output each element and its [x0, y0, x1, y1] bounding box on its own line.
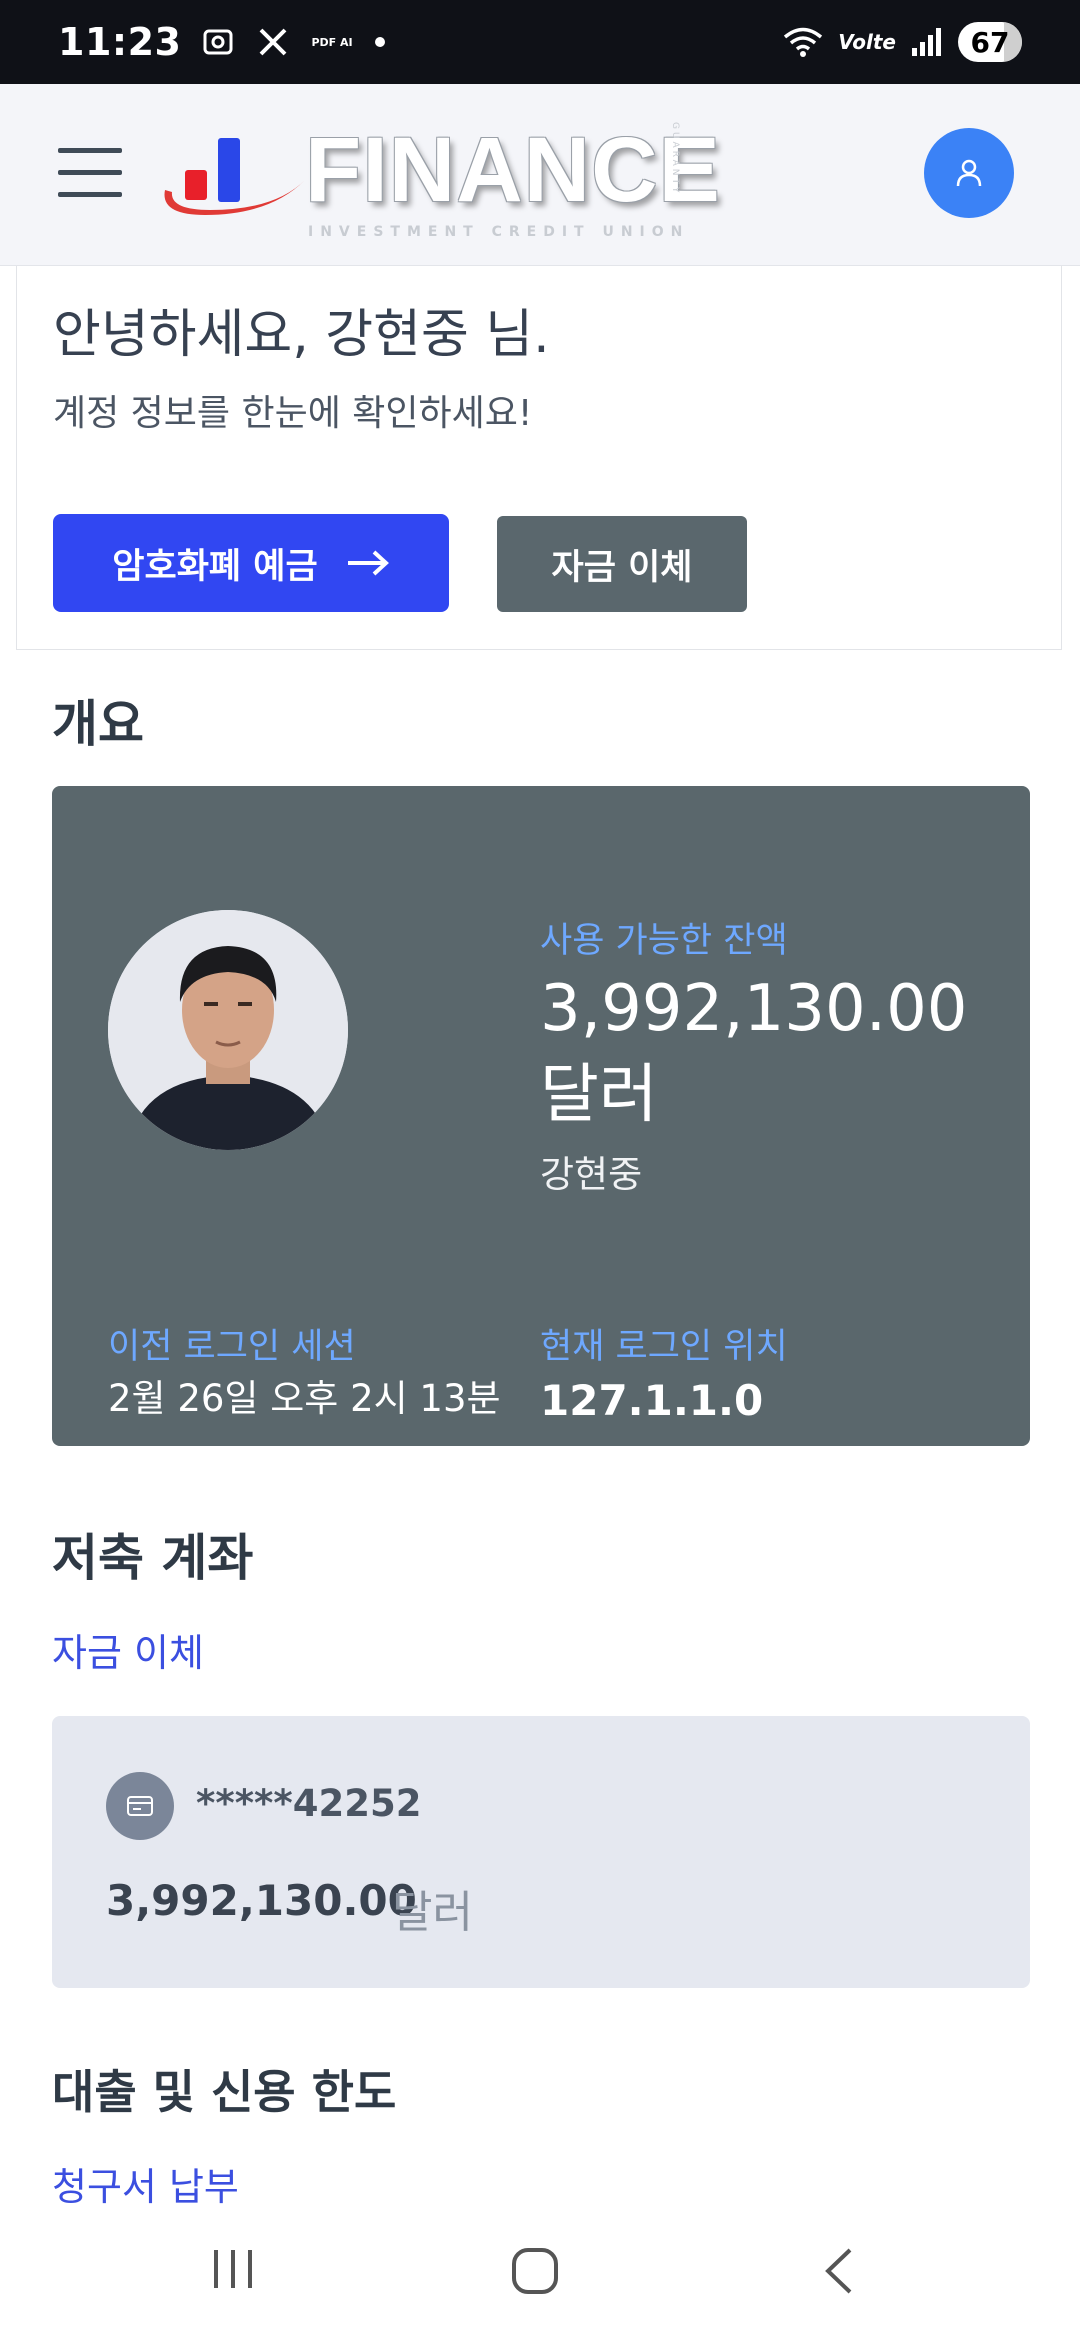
- user-icon: [956, 159, 982, 187]
- account-number: *****42252: [196, 1782, 422, 1825]
- savings-account-card[interactable]: *****42252 3,992,130.00 달러: [52, 1716, 1030, 1988]
- welcome-subtitle: 계정 정보를 한눈에 확인하세요!: [53, 393, 533, 434]
- overview-card: 사용 가능한 잔액 3,992,130.00달러 강현중 이전 로그인 세션 2…: [52, 786, 1030, 1446]
- account-amount: 3,992,130.00: [106, 1876, 417, 1925]
- menu-icon[interactable]: [58, 148, 122, 198]
- recent-apps-icon[interactable]: [210, 2246, 256, 2296]
- pdf-ai-icon: PDF AI: [311, 35, 353, 49]
- finance-logo[interactable]: FINANCE INVESTMENT CREDIT UNION GUARANTY: [160, 120, 720, 240]
- status-bar: 11:23 PDF AI Volte 67: [0, 0, 1080, 84]
- overview-title: 개요: [52, 695, 144, 753]
- wifi-icon: [782, 26, 824, 58]
- profile-button[interactable]: [924, 128, 1014, 218]
- greeting-text: 안녕하세요, 강현중 님.: [53, 305, 550, 365]
- app-header: FINANCE INVESTMENT CREDIT UNION GUARANTY: [0, 84, 1080, 266]
- fund-transfer-label: 자금 이체: [551, 547, 693, 588]
- logo-side-text: GUARANTY: [670, 122, 680, 196]
- back-icon[interactable]: [820, 2246, 856, 2300]
- system-nav-bar: [0, 2210, 1080, 2340]
- credit-card-icon: [106, 1772, 174, 1840]
- battery-indicator: 67: [958, 22, 1022, 62]
- last-session-value: 2월 26일 오후 2시 13분: [108, 1377, 501, 1420]
- crypto-deposit-button[interactable]: 암호화폐 예금: [53, 514, 449, 612]
- crypto-deposit-label: 암호화폐 예금: [112, 546, 318, 587]
- status-time: 11:23: [58, 20, 182, 64]
- savings-title: 저축 계좌: [52, 1529, 254, 1587]
- account-currency: 달러: [392, 1887, 473, 1938]
- fund-transfer-button[interactable]: 자금 이체: [497, 516, 747, 612]
- bill-pay-link[interactable]: 청구서 납부: [52, 2156, 239, 2211]
- available-balance-value: 3,992,130.00달러: [540, 972, 968, 1132]
- available-balance-label: 사용 가능한 잔액: [540, 921, 788, 961]
- logo-title: FINANCE: [305, 119, 721, 221]
- screenshot-icon: [201, 25, 235, 59]
- signal-icon: [910, 26, 944, 58]
- loans-title: 대출 및 신용 한도: [52, 2065, 397, 2119]
- profile-photo: [108, 910, 348, 1150]
- welcome-card: 안녕하세요, 강현중 님. 계정 정보를 한눈에 확인하세요! 암호화폐 예금 …: [16, 266, 1062, 650]
- logo-subtitle: INVESTMENT CREDIT UNION: [308, 224, 690, 240]
- login-location-label: 현재 로그인 위치: [540, 1327, 788, 1367]
- savings-transfer-link[interactable]: 자금 이체: [52, 1622, 204, 1677]
- login-location-value: 127.1.1.0: [540, 1376, 764, 1425]
- battery-level: 67: [970, 25, 1010, 59]
- arrow-right-icon: [347, 550, 389, 576]
- last-session-label: 이전 로그인 세션: [108, 1327, 356, 1367]
- notification-dot-icon: [374, 37, 385, 47]
- x-logo-icon: [257, 26, 289, 58]
- account-holder-name: 강현중: [540, 1153, 643, 1196]
- volte-label: Volte: [838, 30, 896, 54]
- home-icon[interactable]: [510, 2246, 560, 2300]
